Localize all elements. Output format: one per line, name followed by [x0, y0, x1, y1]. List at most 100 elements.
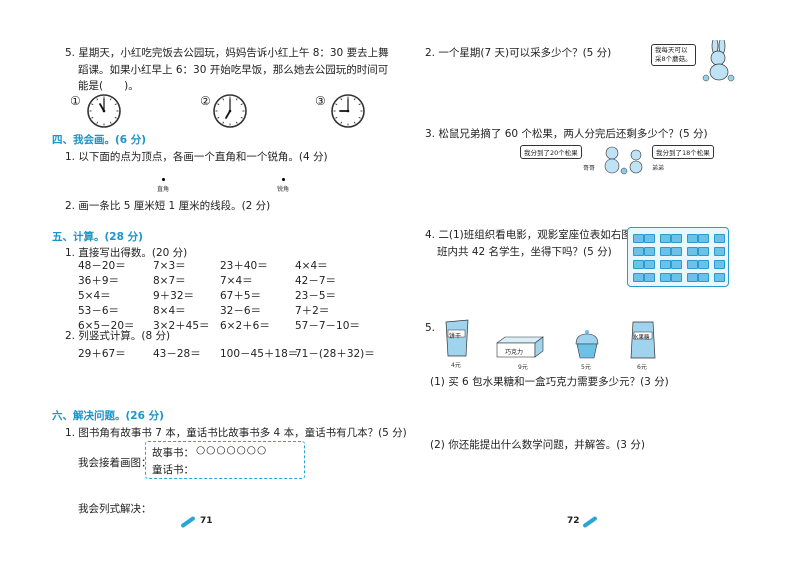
calc-item: 6×2＋6＝	[220, 320, 270, 332]
calc-item: 7＋2＝	[295, 305, 330, 317]
r-q4-line-1: 4. 二(1)班组织看电影，观影室座位表如右图。	[425, 229, 643, 241]
vertical-calc-4: 71－(28＋32)＝	[295, 348, 375, 360]
label-younger-brother: 弟弟	[652, 165, 665, 172]
calc-item: 8×7＝	[153, 275, 186, 287]
seat	[714, 273, 725, 282]
section-6-title: 六、解决问题。(26 分)	[52, 410, 164, 422]
calc-item: 9＋32＝	[153, 290, 195, 302]
sec4-q2-text: 2. 画一条比 5 厘米短 1 厘米的线段。(2 分)	[65, 200, 271, 212]
seat	[644, 273, 655, 282]
squirrel-brothers-icon	[604, 146, 643, 175]
item-label-biscuit: 饼干	[449, 333, 462, 340]
clock-label-2: ②	[200, 94, 211, 108]
story-book-label: 故事书：	[152, 447, 194, 459]
seat	[687, 260, 698, 269]
item-price-cupcake: 5元	[581, 364, 591, 371]
seat	[714, 234, 725, 243]
seat	[660, 234, 671, 243]
calc-item: 7×4＝	[220, 275, 253, 287]
vertex-dot-right-angle	[162, 178, 165, 181]
sec6-q1-text: 1. 图书角有故事书 7 本，童话书比故事书多 4 本，童话书有几本？(5 分)	[65, 427, 407, 439]
r-q5-2-text: (2) 你还能提出什么数学问题，并解答。(3 分)	[430, 439, 645, 451]
item-label-fruit-candy: 水果糖	[633, 335, 650, 341]
seat	[698, 247, 709, 256]
item-price-biscuit: 4元	[451, 362, 461, 369]
r-q4-line-2: 班内共 42 名学生，坐得下吗？(5 分)	[437, 246, 612, 258]
item-price-chocolate: 9元	[518, 364, 528, 371]
clock-label-3: ③	[315, 94, 326, 108]
seat	[698, 234, 709, 243]
section-4-title: 四、我会画。(6 分)	[52, 134, 147, 146]
calc-item: 8×4＝	[153, 305, 186, 317]
calc-item: 36＋9＝	[78, 275, 120, 287]
seat	[687, 234, 698, 243]
q5-line-3: 能是( )。	[78, 80, 139, 92]
calc-item: 57－7－10＝	[295, 320, 360, 332]
seat	[714, 260, 725, 269]
label-older-brother: 哥哥	[583, 165, 596, 172]
seat	[671, 234, 682, 243]
solve-label: 我会列式解决：	[78, 503, 152, 515]
story-book-circles: ○○○○○○○	[196, 444, 268, 456]
r-q3-text: 3. 松鼠兄弟摘了 60 个松果，两人分完后还剩多少个？(5 分)	[425, 128, 708, 140]
seat	[633, 247, 644, 256]
sec4-q1-text: 1. 以下面的点为顶点，各画一个直角和一个锐角。(4 分)	[65, 151, 328, 163]
section-5-title: 五、计算。(28 分)	[52, 231, 143, 243]
calc-item: 23－5＝	[295, 290, 337, 302]
seat	[660, 260, 671, 269]
calc-item: 4×4＝	[295, 260, 328, 272]
seat	[644, 247, 655, 256]
pencil-icon-right	[582, 515, 598, 529]
calc-item: 48－20＝	[78, 260, 126, 272]
draw-label: 我会接着画图：	[78, 457, 152, 469]
q5-line-1: 5. 星期天，小红吃完饭去公园玩，妈妈告诉小红上午 8：30 要去上舞	[65, 47, 389, 59]
item-price-fruit-candy: 6元	[637, 364, 647, 371]
q2-bubble-line-2: 采8个蘑菇。	[655, 55, 692, 63]
seat	[633, 234, 644, 243]
seat	[660, 273, 671, 282]
seat	[633, 273, 644, 282]
seat	[644, 234, 655, 243]
rabbit-icon	[702, 40, 735, 82]
page-number-left: 71	[200, 516, 213, 526]
cinema-seat-chart	[627, 227, 729, 287]
seat	[714, 247, 725, 256]
r-q5-number: 5.	[425, 322, 436, 334]
q3-bubble-left: 我分到了20个松果	[520, 145, 582, 159]
calc-item: 67＋5＝	[220, 290, 262, 302]
calc-item: 53－6＝	[78, 305, 120, 317]
item-label-chocolate: 巧克力	[505, 349, 524, 356]
pencil-icon	[180, 515, 196, 529]
label-right-angle: 直角	[157, 186, 170, 193]
q2-speech-bubble: 我每天可以 采8个蘑菇。	[651, 44, 696, 66]
label-acute-angle: 锐角	[277, 186, 290, 193]
vertex-dot-acute-angle	[282, 178, 285, 181]
calc-item: 42－7＝	[295, 275, 337, 287]
seat	[671, 260, 682, 269]
calc-item: 32－6＝	[220, 305, 262, 317]
seat	[671, 247, 682, 256]
seat	[660, 247, 671, 256]
seat	[687, 273, 698, 282]
clock-1	[87, 94, 121, 128]
vertical-calc-2: 43－28＝	[153, 348, 201, 360]
calc-item: 5×4＝	[78, 290, 111, 302]
q2-bubble-line-1: 我每天可以	[655, 46, 688, 54]
seat	[698, 260, 709, 269]
q3-bubble-right: 我分到了18个松果	[652, 145, 714, 159]
clock-center	[346, 109, 350, 113]
page-number-right: 72	[567, 516, 580, 526]
clock-label-1: ①	[70, 94, 81, 108]
calc-item: 7×3＝	[153, 260, 186, 272]
vertical-calc-3: 100－45＋18＝	[220, 348, 299, 360]
q5-line-2: 蹈课。如果小红早上 6：30 开始吃早饭，那么她去公园玩的时间可	[78, 64, 389, 76]
sec5-q2-text: 2. 列竖式计算。(8 分)	[65, 330, 171, 342]
seat	[698, 273, 709, 282]
calc-item: 23＋40＝	[220, 260, 268, 272]
cupcake-icon	[575, 330, 599, 359]
clock-center	[228, 109, 232, 113]
clock-center	[102, 109, 106, 113]
r-q2-text: 2. 一个星期(7 天)可以采多少个？(5 分)	[425, 47, 612, 59]
seat	[687, 247, 698, 256]
clock-3	[331, 94, 365, 128]
